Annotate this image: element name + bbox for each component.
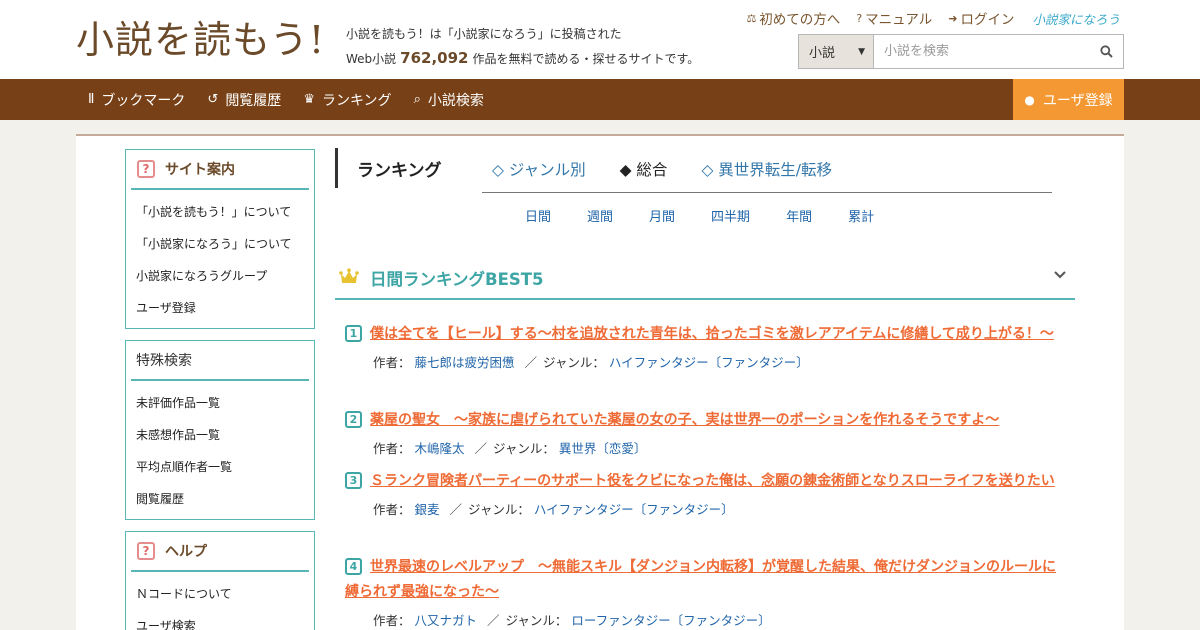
chevron-down-icon[interactable] [1053, 270, 1067, 280]
rank-number: 3 [345, 472, 362, 489]
genre-link[interactable]: ローファンタジー〔ファンタジー〕 [571, 613, 770, 628]
item-meta: 作者： 銀麦 ／ジャンル： ハイファンタジー〔ファンタジー〕 [373, 502, 734, 517]
novel-title[interactable]: 4 世界最速のレベルアップ ～無能スキル【ダンジョン内転移】が覚醒した結果、俺だけ… [345, 555, 1065, 605]
search-button[interactable] [1089, 35, 1123, 68]
period-weekly[interactable]: 週間 [587, 206, 613, 225]
sidebar-item-register[interactable]: ユーザ登録 [126, 292, 314, 324]
crown-icon [339, 268, 359, 283]
period-yearly[interactable]: 年間 [786, 206, 812, 225]
question-icon: ? [137, 542, 155, 560]
rank-number: 2 [345, 411, 362, 428]
section-title: 日間ランキングBEST5 [370, 270, 544, 289]
sidebar-item-history[interactable]: 閲覧履歴 [126, 483, 314, 515]
daily-ranking-section: 日間ランキングBEST5 [335, 258, 1075, 300]
nav-search[interactable]: ⌕ 小説検索 [414, 90, 484, 110]
caret-down-icon: ▼ [858, 46, 865, 57]
ranking-header: ランキング ◇ ジャンル別 ◆ 総合 ◇ 異世界転生/転移 [335, 148, 1075, 188]
crown-icon: ♛ [303, 92, 315, 107]
heading-bar [335, 148, 338, 188]
tagline-line1: 小説を読もう！は「小説家になろう」に投稿された [346, 27, 622, 41]
site-logo[interactable]: 小説を読もう! [76, 14, 325, 66]
sidebar-heading: 特殊検索 [131, 341, 309, 381]
sidebar-item-ncode[interactable]: Ｎコードについて [126, 578, 314, 610]
search-icon: ⌕ [413, 92, 421, 107]
history-icon: ↺ [207, 92, 219, 107]
ranking-item: 2 薬屋の聖女 ～家族に虐げられていた薬屋の女の子、実は世界一のポーションを作れる… [345, 408, 1065, 457]
novel-title[interactable]: 2 薬屋の聖女 ～家族に虐げられていた薬屋の女の子、実は世界一のポーションを作れる… [345, 408, 1065, 433]
tab-isekai[interactable]: ◇ 異世界転生/転移 [701, 158, 832, 180]
sidebar-item-user-search[interactable]: ユーザ検索 [126, 610, 314, 630]
content-panel: ? サイト案内 「小説を読もう！」について 「小説家になろう」について 小説家にな… [76, 134, 1124, 630]
tagline-pre: Web小説 [346, 52, 397, 66]
top-links: ⚖ 初めての方へ ? マニュアル ➜ ログイン 小説家になろう [730, 8, 1120, 29]
sidebar-item-about-narou[interactable]: 「小説家になろう」について [126, 228, 314, 260]
nav-history[interactable]: ↺ 閲覧履歴 [207, 90, 281, 110]
period-quarterly[interactable]: 四半期 [711, 206, 750, 225]
user-register-button[interactable]: ● ユーザ登録 [1013, 79, 1124, 120]
sidebar-help: ? ヘルプ Ｎコードについて ユーザ検索 [125, 531, 315, 630]
sidebar-item-no-review[interactable]: 未感想作品一覧 [126, 419, 314, 451]
shield-icon: ⚖ [746, 11, 757, 25]
sidebar-site-info: ? サイト案内 「小説を読もう！」について 「小説家になろう」について 小説家にな… [125, 149, 315, 329]
ranking-item: 3 Ｓランク冒険者パーティーのサポート役をクビになった俺は、念願の錬金術師となりス… [345, 469, 1065, 518]
login-link[interactable]: ➜ ログイン [948, 8, 1014, 29]
question-icon: ? [137, 160, 155, 178]
manual-link[interactable]: ? マニュアル [856, 8, 932, 29]
author-link[interactable]: 木嶋隆太 [415, 441, 465, 456]
ranking-tabs: ◇ ジャンル別 ◆ 総合 ◇ 異世界転生/転移 [492, 158, 866, 180]
tabs-divider [482, 192, 1052, 193]
search-input[interactable] [874, 35, 1089, 68]
sidebar-item-about-yomou[interactable]: 「小説を読もう！」について [126, 196, 314, 228]
sidebar-item-avg-authors[interactable]: 平均点順作者一覧 [126, 451, 314, 483]
novel-title[interactable]: 1 僕は全てを【ヒール】する～村を追放された青年は、拾ったゴミを激レアアイテムに修… [345, 322, 1065, 347]
search-icon [1099, 45, 1113, 58]
search-type-select[interactable]: 小説 ▼ [799, 35, 874, 68]
item-meta: 作者： 八又ナガト ／ジャンル： ローファンタジー〔ファンタジー〕 [373, 613, 771, 628]
narou-logo[interactable]: 小説家になろう [1032, 9, 1120, 28]
nav-bookmark[interactable]: Ⅱ ブックマーク [88, 90, 185, 110]
rank-number: 1 [345, 325, 362, 342]
site-tagline: 小説を読もう！は「小説家になろう」に投稿された Web小説 762,092 作品を無… [346, 22, 699, 71]
tab-genre[interactable]: ◇ ジャンル別 [492, 158, 586, 180]
main-nav: Ⅱ ブックマーク ↺ 閲覧履歴 ♛ ランキング ⌕ 小説検索 ● ユーザ登録 [0, 79, 1200, 120]
author-link[interactable]: 藤七郎は疲労困憊 [415, 355, 515, 370]
search-bar: 小説 ▼ [798, 34, 1124, 69]
item-meta: 作者： 藤七郎は疲労困憊 ／ジャンル： ハイファンタジー〔ファンタジー〕 [373, 355, 809, 370]
period-monthly[interactable]: 月間 [649, 206, 675, 225]
sidebar-item-unrated[interactable]: 未評価作品一覧 [126, 387, 314, 419]
login-icon: ➜ [948, 11, 958, 25]
ranking-item: 1 僕は全てを【ヒール】する～村を追放された青年は、拾ったゴミを激レアアイテムに修… [345, 322, 1065, 371]
novel-count: 762,092 [400, 49, 469, 67]
author-link[interactable]: 銀麦 [415, 502, 440, 517]
sidebar-heading: ? ヘルプ [131, 532, 309, 572]
sidebar-item-narou-group[interactable]: 小説家になろうグループ [126, 260, 314, 292]
genre-link[interactable]: ハイファンタジー〔ファンタジー〕 [609, 355, 809, 370]
beginner-link[interactable]: ⚖ 初めての方へ [746, 8, 840, 29]
question-circle-icon: ? [856, 11, 863, 25]
ranking-item: 4 世界最速のレベルアップ ～無能スキル【ダンジョン内転移】が覚醒した結果、俺だけ… [345, 555, 1065, 629]
sidebar-heading: ? サイト案内 [131, 150, 309, 190]
sidebar-special-search: 特殊検索 未評価作品一覧 未感想作品一覧 平均点順作者一覧 閲覧履歴 [125, 340, 315, 520]
item-meta: 作者： 木嶋隆太 ／ジャンル： 異世界〔恋愛〕 [373, 441, 647, 456]
rank-number: 4 [345, 558, 362, 575]
novel-title[interactable]: 3 Ｓランク冒険者パーティーのサポート役をクビになった俺は、念願の錬金術師となりス… [345, 469, 1065, 494]
period-daily[interactable]: 日間 [525, 206, 551, 225]
nav-ranking[interactable]: ♛ ランキング [303, 90, 391, 110]
period-tabs: 日間 週間 月間 四半期 年間 累計 [525, 206, 910, 225]
user-icon: ● [1024, 92, 1035, 107]
tagline-line2: Web小説 762,092 作品を無料で読める・探せるサイトです。 [346, 46, 699, 71]
period-total[interactable]: 累計 [848, 206, 874, 225]
author-link[interactable]: 八又ナガト [415, 613, 478, 628]
ranking-title: ランキング [357, 161, 442, 181]
bookmark-icon: Ⅱ [88, 92, 95, 107]
site-header: 小説を読もう! 小説を読もう！は「小説家になろう」に投稿された Web小説 762… [0, 0, 1200, 79]
tagline-post: 作品を無料で読める・探せるサイトです。 [472, 52, 700, 66]
genre-link[interactable]: ハイファンタジー〔ファンタジー〕 [534, 502, 734, 517]
genre-link[interactable]: 異世界〔恋愛〕 [559, 441, 647, 456]
tab-overall[interactable]: ◆ 総合 [620, 158, 668, 180]
